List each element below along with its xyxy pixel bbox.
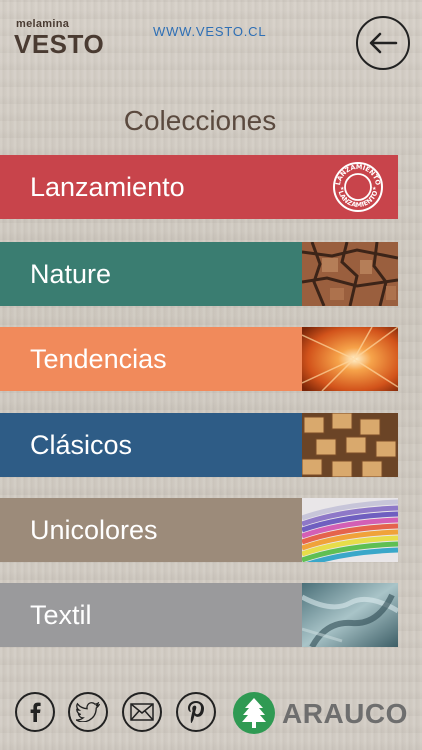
color-swatches-image <box>302 498 398 562</box>
facebook-button[interactable] <box>15 692 55 732</box>
svg-text:★: ★ <box>372 186 377 192</box>
twitter-button[interactable] <box>68 692 108 732</box>
collection-label: Unicolores <box>30 515 158 545</box>
collection-label: Nature <box>30 259 112 289</box>
collection-label: Clásicos <box>30 430 133 460</box>
bark-texture-image <box>302 242 398 306</box>
page-title: Colecciones <box>123 105 277 136</box>
logo-main-text: VESTO <box>14 29 105 59</box>
email-icon <box>130 703 154 721</box>
back-button[interactable] <box>356 16 410 70</box>
arauco-brand-text: ARAUCO <box>282 698 408 729</box>
arrow-left-icon <box>369 32 398 54</box>
facebook-icon <box>30 702 41 722</box>
collection-row-unicolores[interactable]: Unicolores <box>0 498 398 562</box>
pinterest-button[interactable] <box>176 692 216 732</box>
vesto-logo: melamina VESTO <box>14 18 109 59</box>
collection-row-lanzamiento[interactable]: Lanzamiento LANZAMIENTO LANZAMIENTO ★ ★ <box>0 155 398 219</box>
pinterest-icon <box>188 701 204 723</box>
collection-label: Textil <box>30 600 92 630</box>
tree-icon <box>233 692 275 734</box>
svg-text:★: ★ <box>340 186 345 192</box>
email-button[interactable] <box>122 692 162 732</box>
collection-row-clasicos[interactable]: Clásicos <box>0 413 398 477</box>
wood-blocks-image <box>302 413 398 477</box>
collection-label: Lanzamiento <box>30 172 185 202</box>
arauco-logo: ARAUCO <box>232 691 412 735</box>
collection-row-textil[interactable]: Textil <box>0 583 398 647</box>
header: melamina VESTO WWW.VESTO.CL <box>0 0 422 80</box>
website-link[interactable]: WWW.VESTO.CL <box>153 24 266 39</box>
twitter-icon <box>76 702 100 722</box>
orange-burst-image <box>302 327 398 391</box>
collection-row-nature[interactable]: Nature <box>0 242 398 306</box>
footer: ARAUCO <box>0 688 422 738</box>
lanzamiento-seal-icon: LANZAMIENTO LANZAMIENTO ★ ★ <box>333 162 383 212</box>
collection-row-tendencias[interactable]: Tendencias <box>0 327 398 391</box>
collection-label: Tendencias <box>30 344 167 374</box>
fabric-image <box>302 583 398 647</box>
